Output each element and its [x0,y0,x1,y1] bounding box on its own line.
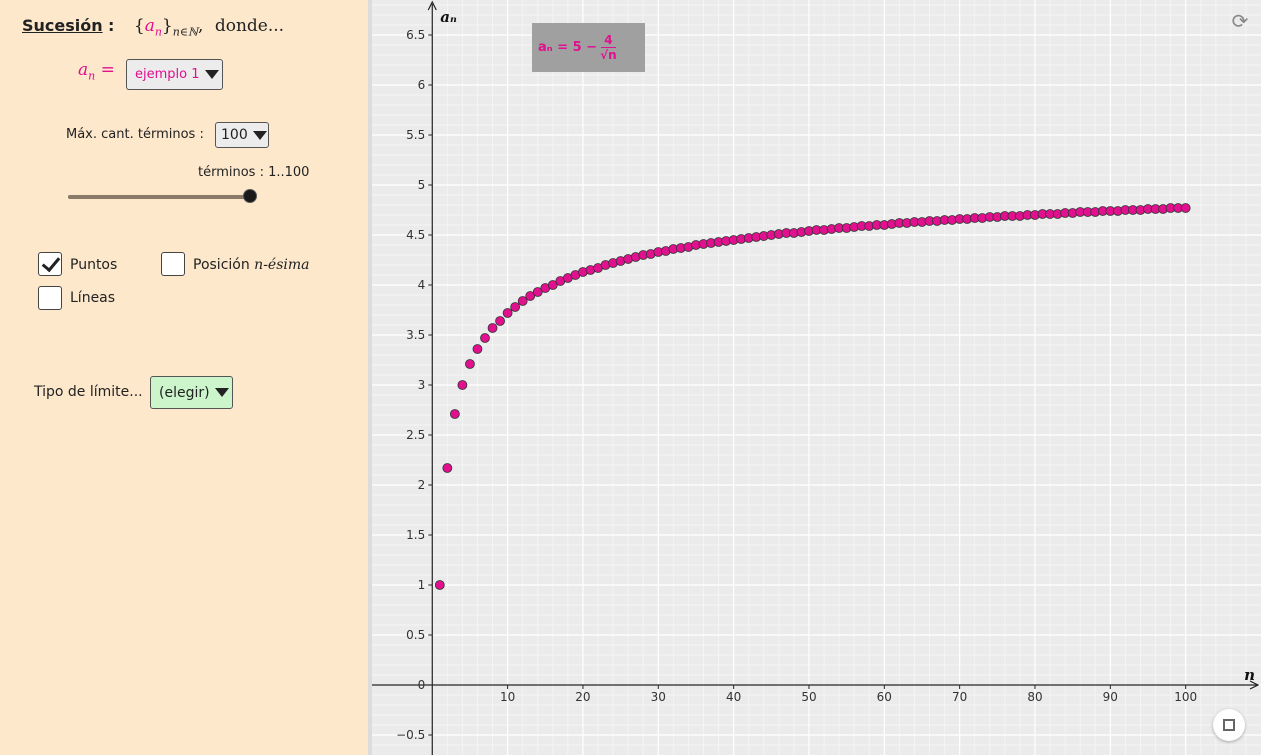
points-label: Puntos [70,257,118,273]
y-tick-label: 4.5 [406,228,425,242]
x-tick-label: 30 [651,690,666,704]
control-panel: Sucesión : {an}n∈ℕ, donde... an = ejempl… [0,0,368,755]
sequence-title: Sucesión : {an}n∈ℕ, donde... [22,16,284,38]
y-tick-label: 5 [418,178,426,192]
check-icon [41,252,61,273]
terms-slider[interactable] [68,189,257,203]
x-axis-label: n [1244,666,1255,684]
formula-denominator: √n [600,48,617,62]
title-colon: : [108,16,115,35]
x-tick-label: 80 [1027,690,1042,704]
y-tick-label: 5.5 [406,128,425,142]
data-point [480,333,490,343]
seq-subscript: n∈ℕ [172,25,199,39]
data-point [495,316,505,326]
seq-close: } [161,16,173,36]
formula-numerator: 4 [601,33,616,48]
data-point [487,323,498,333]
data-point [457,380,468,390]
points-checkbox[interactable] [38,252,62,276]
data-point [465,359,475,369]
limit-type-dropdown[interactable]: (elegir) [150,376,233,409]
formula-box: aₙ = 5 − 4 √n [532,23,645,72]
x-tick-label: 100 [1174,690,1197,704]
max-terms-dropdown[interactable]: 100 [215,122,269,148]
data-point [502,308,513,318]
position-label-italic: n-ésima [254,257,310,273]
x-tick-label: 40 [726,690,741,704]
y-tick-label: −0.5 [396,728,425,742]
x-tick-label: 50 [801,690,816,704]
seq-comma: , [198,16,204,36]
x-tick-label: 90 [1103,690,1118,704]
lines-label: Líneas [70,290,116,306]
seq-open: { [133,16,145,36]
example-dropdown[interactable]: ejemplo 1 [126,59,223,90]
chevron-down-icon [252,130,267,140]
seq-a: a [144,16,155,36]
fullscreen-icon[interactable] [1213,709,1245,741]
y-tick-label: 3 [418,378,426,392]
slider-handle[interactable] [243,189,257,203]
y-tick-label: 6 [418,78,426,92]
y-tick-label: 2.5 [406,428,425,442]
y-tick-label: 1 [418,578,426,592]
max-terms-label: Máx. cant. términos : [66,127,204,142]
reset-icon[interactable]: ⟳ [1229,10,1251,32]
formula-lhs: aₙ = [538,40,569,55]
position-label-text: Posición [193,257,255,273]
title-label: Sucesión [22,16,103,35]
y-tick-label: 4 [418,278,426,292]
data-point [434,580,445,590]
data-point [510,302,521,312]
x-tick-label: 20 [575,690,590,704]
y-tick-label: 1.5 [406,528,425,542]
an-label: an = [78,60,115,82]
x-tick-label: 60 [877,690,892,704]
y-tick-label: 3.5 [406,328,425,342]
terms-range-label: términos : 1..100 [198,165,310,180]
formula-five: 5 − [572,40,598,55]
donde-text: donde... [214,16,285,36]
limit-type-value: (elegir) [159,384,210,401]
x-tick-label: 10 [500,690,515,704]
seq-n: n [154,25,162,39]
lines-checkbox[interactable] [38,286,62,310]
data-point [442,463,453,473]
sequence-notation: {an}n∈ℕ, [133,16,204,39]
graphics-view[interactable]: 10 20 30 40 50 60 70 80 90 100 −0.5 0 0.5 1 1.5 2 2.5 3 3.… [372,0,1261,755]
y-tick-label: 2 [418,478,426,492]
position-label: Posición n-ésima [193,257,310,273]
an-lhs: a [78,60,89,80]
data-point [1180,203,1191,213]
an-eq: = [95,60,115,80]
y-axis-label: aₙ [440,8,457,26]
max-terms-value: 100 [221,127,248,143]
sequence-chart[interactable]: 10 20 30 40 50 60 70 80 90 100 −0.5 0 0.5 1 1.5 2 2.5 3 3.… [372,0,1261,755]
data-point [449,409,460,419]
y-tick-label: 0 [418,678,426,692]
x-tick-label: 70 [952,690,967,704]
y-tick-label: 6.5 [406,28,425,42]
limit-type-label: Tipo de límite... [34,384,143,400]
chevron-down-icon [214,388,229,397]
chevron-down-icon [204,70,219,79]
slider-fill [68,195,250,199]
position-checkbox[interactable] [161,252,185,276]
formula-fraction: 4 √n [600,33,617,62]
example-dropdown-value: ejemplo 1 [135,67,200,82]
data-point [472,344,483,354]
y-tick-label: 0.5 [406,628,425,642]
